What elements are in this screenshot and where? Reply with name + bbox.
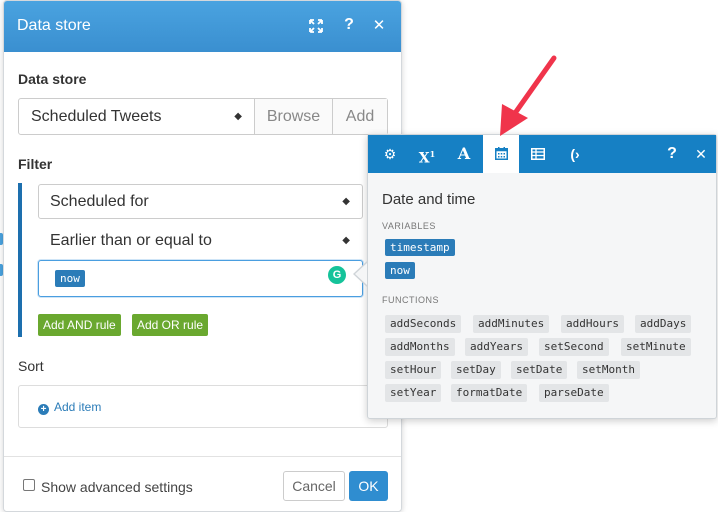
select-caret-icon: ◆ bbox=[234, 111, 242, 122]
dialog-title: Data store bbox=[17, 17, 91, 34]
text-icon[interactable]: A bbox=[446, 135, 482, 173]
variable-pill[interactable]: now bbox=[55, 270, 85, 287]
function-pill[interactable]: setHour bbox=[385, 361, 442, 379]
select-caret-icon: ◆ bbox=[342, 196, 350, 207]
superscript-icon[interactable]: X1 bbox=[409, 135, 445, 173]
cancel-button[interactable]: Cancel bbox=[283, 471, 345, 501]
add-button[interactable]: Add bbox=[333, 99, 387, 134]
filter-label: Filter bbox=[18, 156, 53, 172]
function-pill[interactable]: addSeconds bbox=[385, 315, 462, 333]
function-pill[interactable]: addYears bbox=[465, 338, 528, 356]
filter-operator-value: Earlier than or equal to bbox=[50, 232, 212, 249]
function-pill[interactable]: addDays bbox=[635, 315, 692, 333]
function-pill[interactable]: setSecond bbox=[539, 338, 609, 356]
add-or-rule-button[interactable]: Add OR rule bbox=[132, 314, 209, 336]
dialog-footer: Show advanced settings Cancel OK bbox=[4, 456, 401, 511]
filter-field-value: Scheduled for bbox=[50, 193, 149, 210]
function-pill[interactable]: parseDate bbox=[539, 384, 609, 402]
function-pill[interactable]: setMinute bbox=[621, 338, 691, 356]
filter-group-bar bbox=[18, 183, 22, 337]
close-icon[interactable]: ✕ bbox=[683, 135, 718, 173]
function-pill[interactable]: formatDate bbox=[451, 384, 528, 402]
variable-pill[interactable]: timestamp bbox=[385, 239, 455, 256]
dialog-header: Data store ? ✕ bbox=[4, 1, 401, 52]
plus-icon: + bbox=[38, 404, 49, 415]
function-pill[interactable]: addHours bbox=[561, 315, 624, 333]
function-picker-popup: ⚙ X1 A (› ? ✕ Date and time VARIABLES ti… bbox=[367, 134, 717, 419]
functions-label: FUNCTIONS bbox=[382, 295, 439, 305]
help-icon[interactable]: ? bbox=[340, 16, 358, 36]
add-and-rule-button[interactable]: Add AND rule bbox=[38, 314, 121, 336]
browse-button[interactable]: Browse bbox=[255, 99, 333, 134]
advanced-settings-label[interactable]: Show advanced settings bbox=[41, 479, 193, 495]
function-pill[interactable]: addMinutes bbox=[473, 315, 550, 333]
sort-label: Sort bbox=[18, 358, 44, 374]
variables-label: VARIABLES bbox=[382, 221, 436, 231]
data-store-picker: Scheduled Tweets ◆ Browse Add bbox=[18, 98, 388, 135]
sort-box: + Add item bbox=[18, 385, 388, 428]
function-pill[interactable]: setYear bbox=[385, 384, 442, 402]
popup-title: Date and time bbox=[382, 191, 476, 208]
annotation-arrow-icon bbox=[500, 55, 557, 136]
data-store-dialog: Data store ? ✕ Data store Scheduled Twee… bbox=[3, 0, 402, 512]
add-item-label: Add item bbox=[54, 400, 102, 414]
grammarly-icon[interactable]: G bbox=[328, 266, 346, 284]
variable-pill[interactable]: now bbox=[385, 262, 415, 279]
advanced-settings-checkbox[interactable] bbox=[23, 479, 35, 491]
settings-icon[interactable]: ⚙ bbox=[372, 135, 408, 173]
add-item-button[interactable]: + Add item bbox=[38, 400, 101, 415]
popup-pointer-fill bbox=[355, 263, 367, 285]
filter-operator-select[interactable]: Earlier than or equal to ◆ bbox=[38, 223, 363, 258]
select-caret-icon: ◆ bbox=[342, 235, 350, 246]
expand-icon[interactable] bbox=[307, 16, 325, 36]
filter-field-select[interactable]: Scheduled for ◆ bbox=[38, 184, 363, 219]
function-pill[interactable]: setMonth bbox=[577, 361, 640, 379]
data-store-label: Data store bbox=[18, 71, 87, 87]
ok-button[interactable]: OK bbox=[349, 471, 388, 501]
function-pill[interactable]: setDate bbox=[511, 361, 568, 379]
data-store-select[interactable]: Scheduled Tweets ◆ bbox=[19, 99, 255, 134]
filter-value-input[interactable]: now G bbox=[38, 260, 363, 297]
function-pill[interactable]: addMonths bbox=[385, 338, 455, 356]
data-store-value: Scheduled Tweets bbox=[31, 108, 162, 125]
close-icon[interactable]: ✕ bbox=[370, 16, 388, 36]
function-pill[interactable]: setDay bbox=[451, 361, 501, 379]
